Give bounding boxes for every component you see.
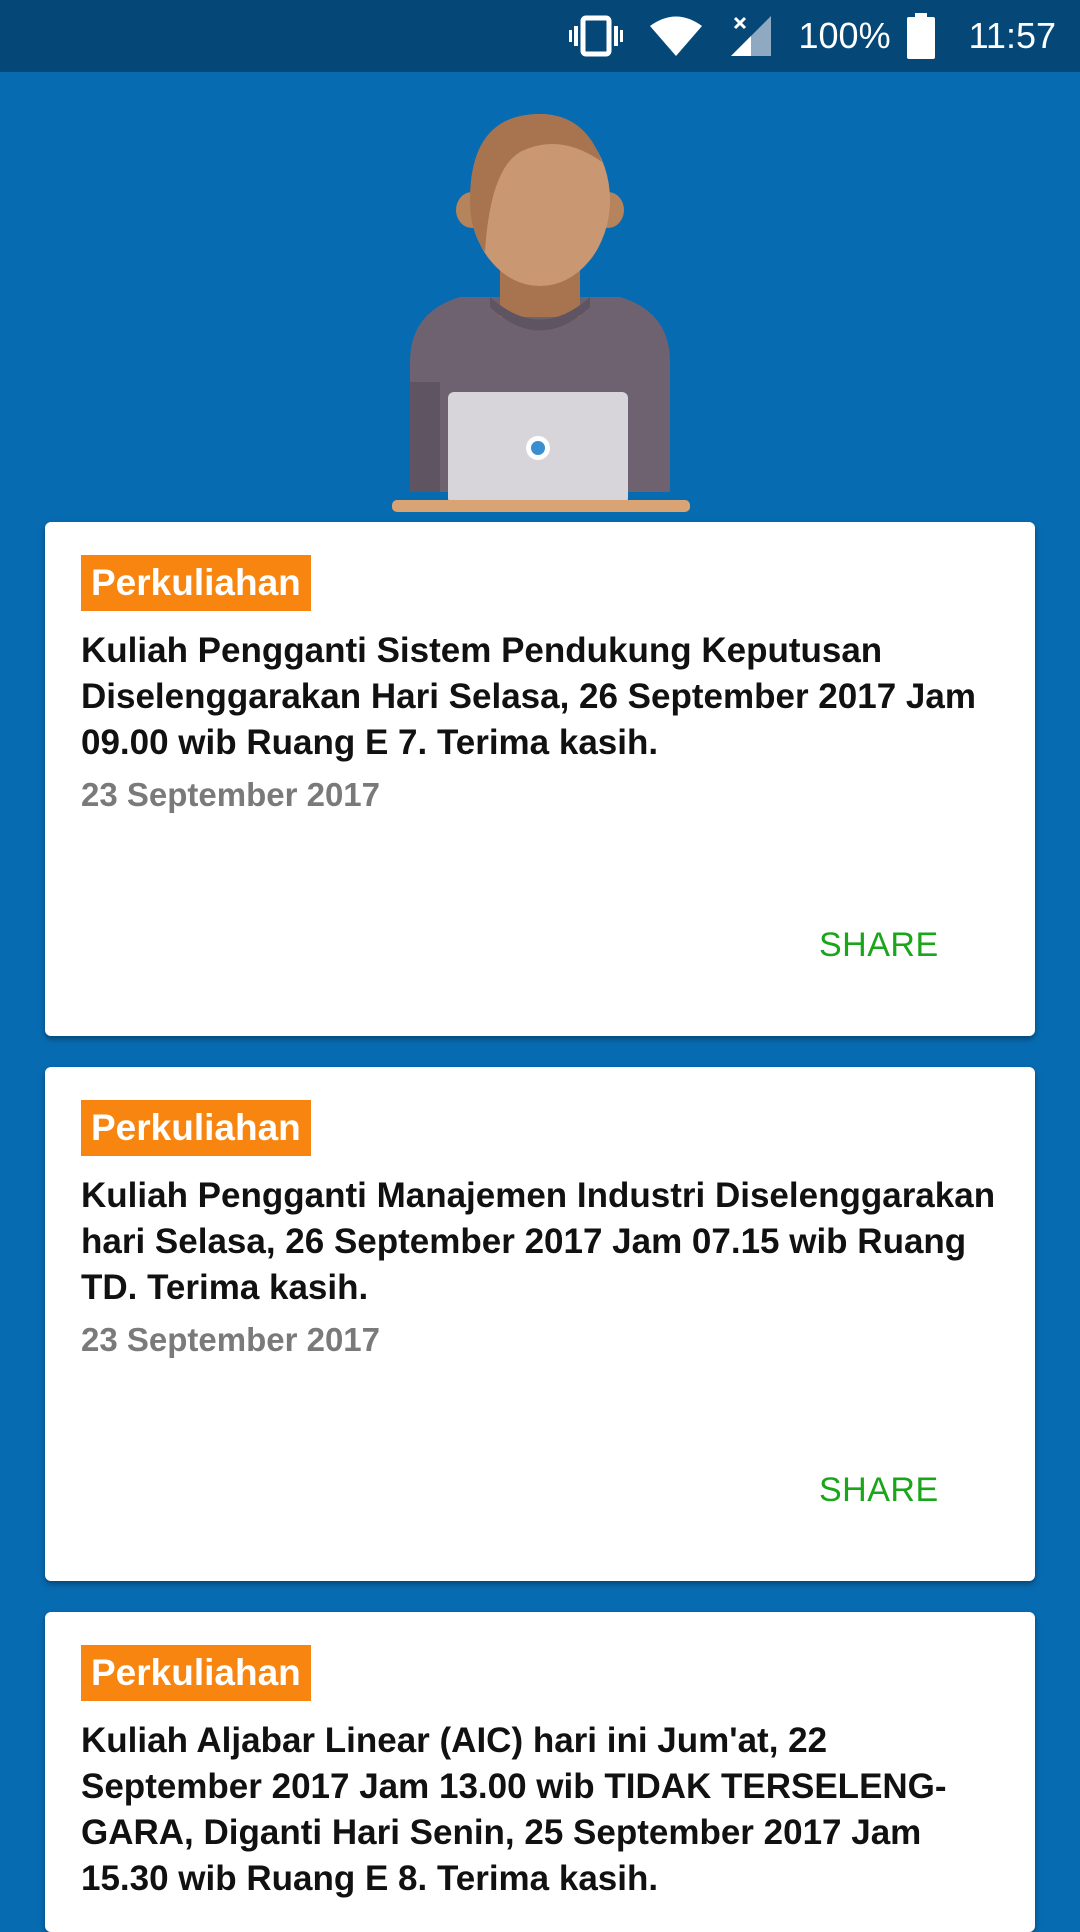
announcement-card[interactable]: Perkuliahan Kuliah Aljabar Linear (AIC) … [45,1612,1035,1932]
battery-icon [906,13,935,59]
status-bar: 100% 11:57 [0,0,1080,72]
share-button[interactable]: SHARE [819,926,939,965]
announcement-text: Kuliah Pengganti Sistem Pendukung Keputu… [81,631,976,762]
announcement-text: Kuliah Pengganti Manajemen Industri Dise… [81,1176,996,1307]
wifi-icon [649,15,703,57]
battery-percent: 100% [798,15,891,56]
announcement-date: 23 September 2017 [81,1321,381,1358]
category-badge: Perkuliahan [81,555,311,611]
header-banner [0,72,1080,522]
clock: 11:57 [968,15,1056,56]
announcement-date: 23 September 2017 [81,776,381,813]
no-signal-icon [729,14,773,58]
category-badge: Perkuliahan [81,1100,311,1156]
category-badge: Perkuliahan [81,1645,311,1701]
vibrate-icon [568,14,623,58]
user-avatar-illustration [392,114,690,512]
share-button[interactable]: SHARE [819,1471,939,1510]
announcement-card[interactable]: Perkuliahan Kuliah Pengganti Sistem Pend… [45,522,1035,1036]
announcement-card[interactable]: Perkuliahan Kuliah Pengganti Manajemen I… [45,1067,1035,1581]
announcement-text: Kuliah Aljabar Linear (AIC) hari ini Jum… [81,1721,947,1898]
